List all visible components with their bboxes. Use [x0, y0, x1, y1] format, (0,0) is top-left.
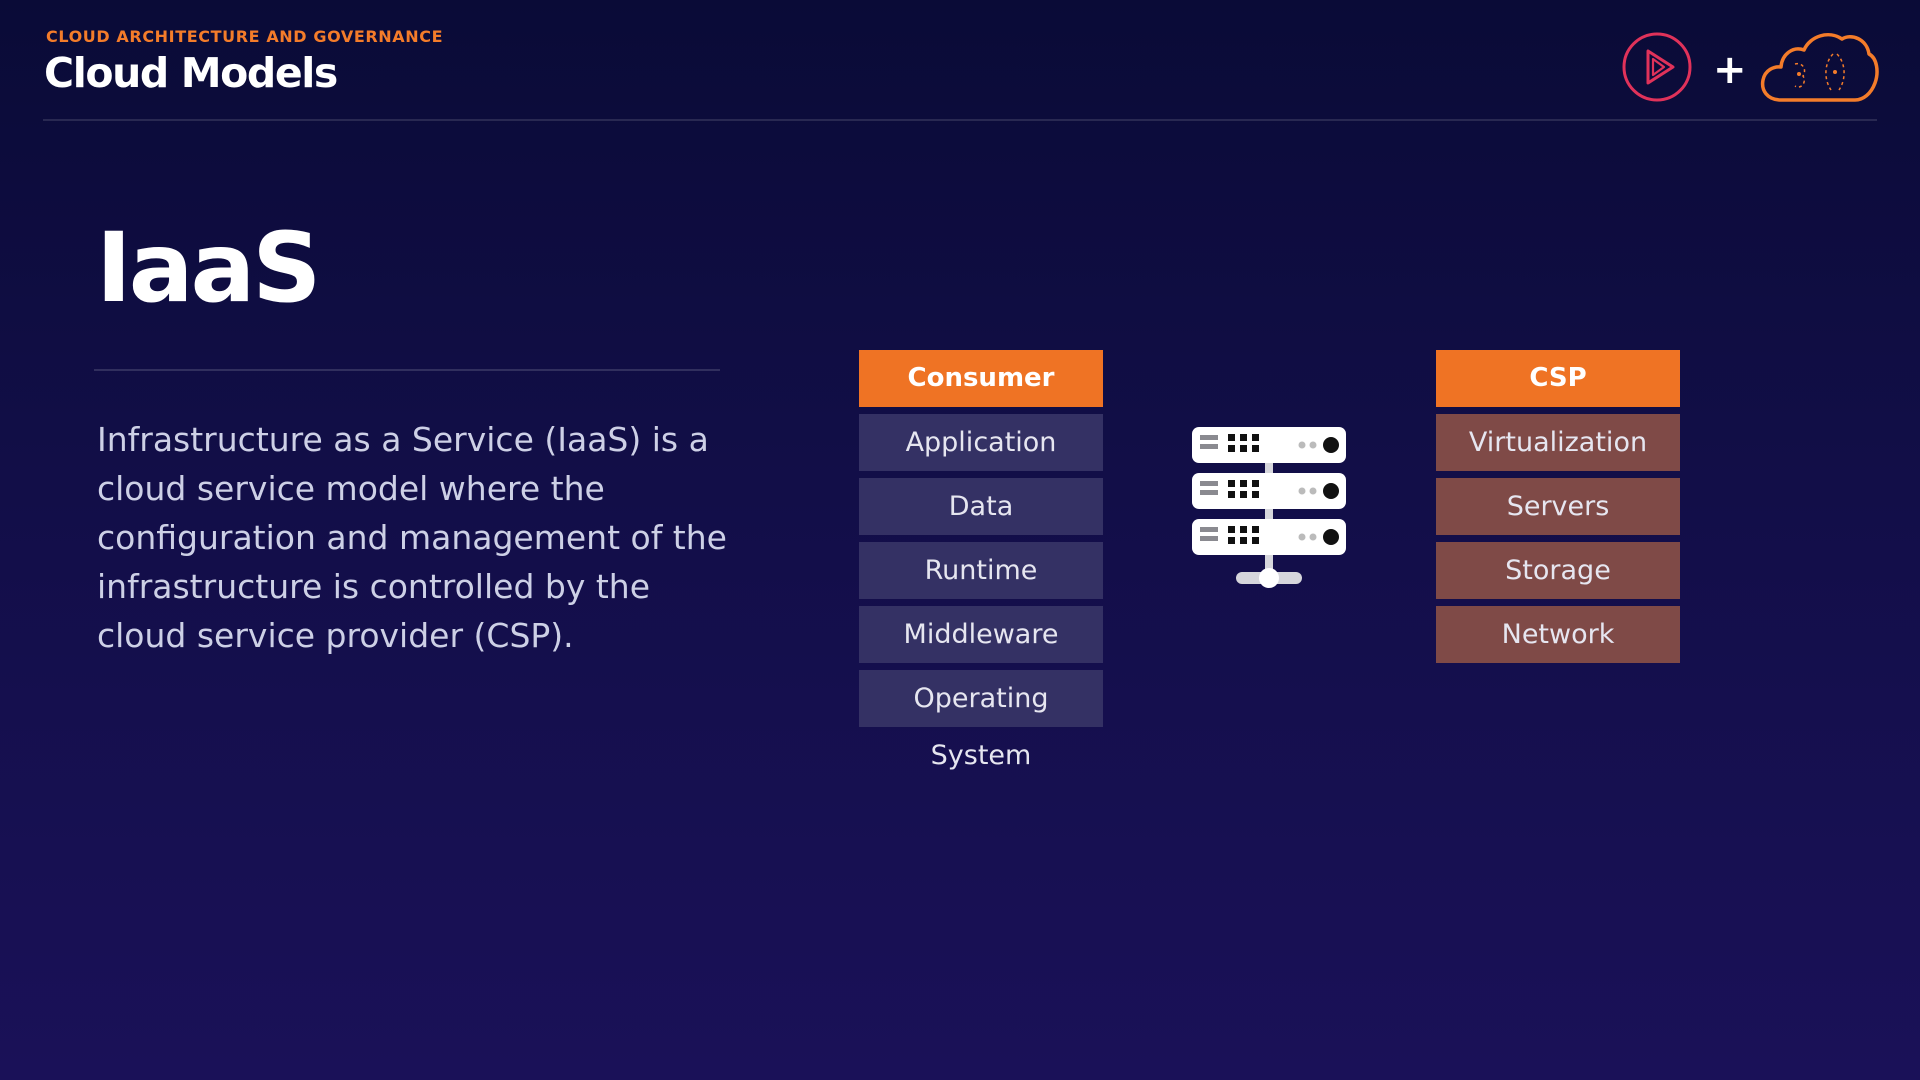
section-divider — [94, 369, 720, 371]
section-title: IaaS — [96, 212, 321, 324]
consumer-item-application: Application — [859, 414, 1103, 471]
breadcrumb-category: CLOUD ARCHITECTURE AND GOVERNANCE — [46, 27, 444, 46]
consumer-item-data: Data — [859, 478, 1103, 535]
consumer-header: Consumer — [859, 350, 1103, 407]
page-title: Cloud Models — [44, 49, 338, 97]
cloud-logo-icon — [1760, 33, 1879, 102]
csp-item-virtualization: Virtualization — [1436, 414, 1680, 471]
plus-icon: + — [1713, 47, 1747, 93]
server-unit-3 — [1192, 519, 1346, 555]
server-rack-icon — [1192, 427, 1346, 588]
section-description: Infrastructure as a Service (IaaS) is a … — [97, 420, 727, 655]
server-unit-1 — [1192, 427, 1346, 463]
csp-item-servers: Servers — [1436, 478, 1680, 535]
csp-column: CSP Virtualization Servers Storage Netwo… — [1436, 350, 1680, 663]
csp-header: CSP — [1436, 350, 1680, 407]
header-divider — [43, 119, 1877, 121]
consumer-item-operating-system: Operating System — [859, 670, 1103, 771]
csp-item-storage: Storage — [1436, 542, 1680, 599]
consumer-item-runtime: Runtime — [859, 542, 1103, 599]
consumer-item-middleware: Middleware — [859, 606, 1103, 663]
play-logo-icon — [1622, 32, 1692, 102]
csp-item-network: Network — [1436, 606, 1680, 663]
consumer-column: Consumer Application Data Runtime Middle… — [859, 350, 1103, 771]
server-unit-2 — [1192, 473, 1346, 509]
